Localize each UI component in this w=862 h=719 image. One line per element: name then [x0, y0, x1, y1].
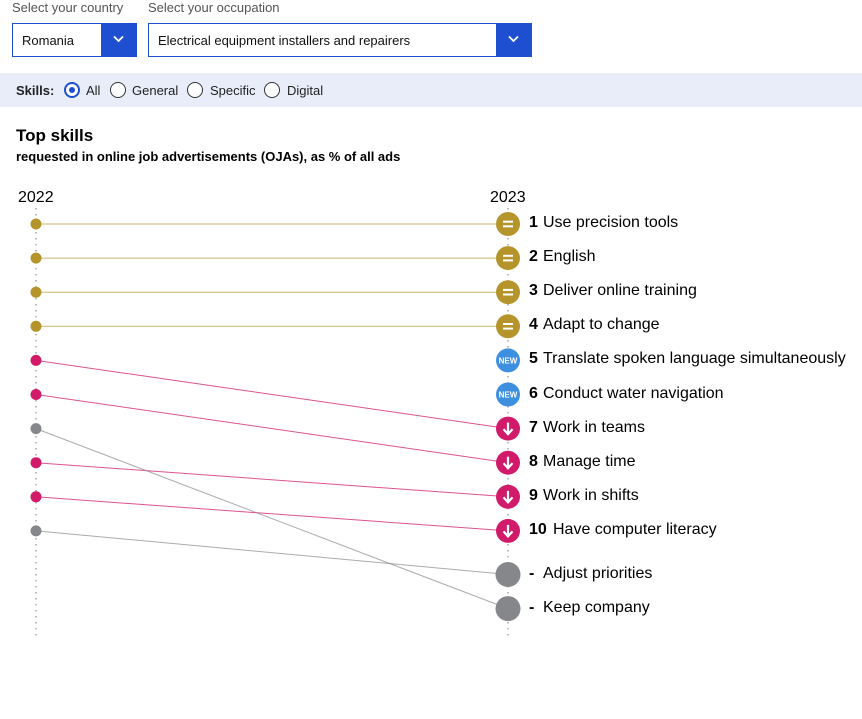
skill-rank: 8 [529, 452, 538, 470]
point-2023 [495, 562, 521, 587]
skill-rank: - [529, 564, 535, 582]
skill-name: English [543, 248, 596, 266]
point-2022 [30, 218, 42, 230]
skill-rank: 5 [529, 350, 538, 368]
new-badge: NEW [499, 391, 518, 400]
point-2022 [30, 320, 42, 332]
slope-line [35, 496, 509, 532]
point-2022 [30, 252, 42, 264]
skill-rank: 2 [529, 248, 538, 266]
skill-rank: 6 [529, 384, 538, 402]
point-2023 [496, 314, 520, 339]
skill-name: Translate spoken language simultaneously [543, 350, 846, 368]
skill-rank: 9 [529, 486, 538, 504]
skill-rank: 7 [529, 418, 538, 436]
point-2022 [30, 457, 42, 469]
skill-name: Have computer literacy [553, 520, 717, 538]
skill-name: Adapt to change [543, 316, 660, 334]
point-2022 [30, 491, 42, 503]
skill-name: Work in shifts [543, 486, 639, 504]
slope-line [35, 428, 509, 610]
slope-line [35, 462, 509, 498]
point-2023 [496, 246, 520, 271]
point-2023 [496, 280, 520, 305]
skill-rank: 1 [529, 214, 538, 231]
point-2023 [496, 212, 520, 236]
skill-name: Keep company [543, 598, 650, 616]
skill-rank: 4 [529, 316, 538, 334]
skill-name: Deliver online training [543, 282, 697, 300]
skill-name: Manage time [543, 452, 636, 470]
skill-name: Use precision tools [543, 214, 679, 231]
slope-line [35, 359, 509, 430]
skill-name: Adjust priorities [543, 564, 653, 582]
point-2022 [30, 354, 42, 366]
skill-name: Conduct water navigation [543, 384, 724, 402]
skill-rank: - [529, 598, 535, 616]
point-2022 [30, 389, 42, 400]
skill-rank: 3 [529, 282, 538, 300]
slope-line [35, 530, 509, 575]
slope-line [35, 394, 509, 464]
new-badge: NEW [499, 356, 518, 365]
point-2022 [30, 286, 42, 298]
skill-name: Work in teams [543, 418, 645, 436]
point-2022 [30, 525, 42, 537]
point-2023 [495, 596, 521, 622]
skill-rank: 10 [529, 520, 547, 538]
point-2022 [30, 423, 42, 435]
